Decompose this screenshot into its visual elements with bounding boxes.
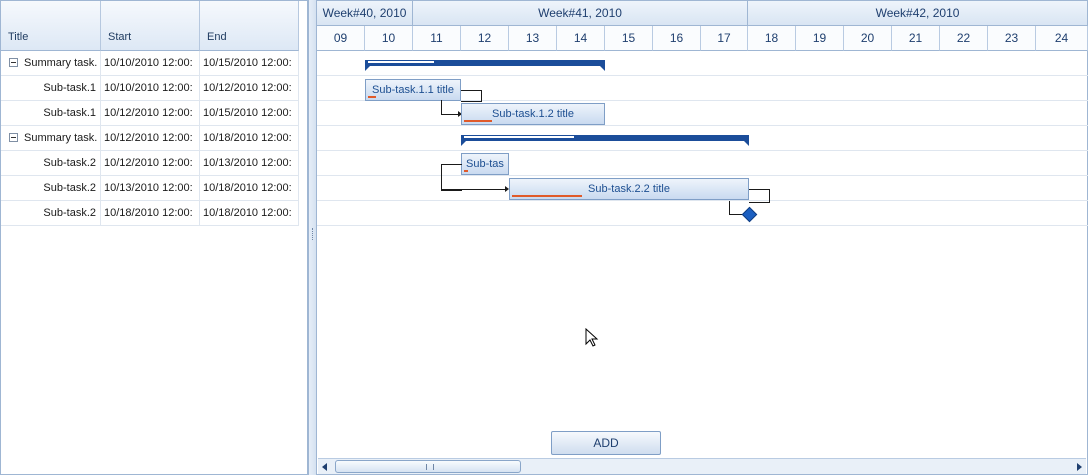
day-header: 23 xyxy=(988,26,1036,51)
day-header: 17 xyxy=(701,26,748,51)
start-cell[interactable]: 10/12/2010 12:00: xyxy=(101,151,200,175)
title-cell[interactable]: Sub-task.2 xyxy=(1,176,101,200)
timeline-row xyxy=(317,101,1088,126)
task-bar-label: Sub-tas xyxy=(466,158,504,170)
summary-cap-right xyxy=(600,66,605,71)
scroll-right-arrow-icon[interactable] xyxy=(1072,459,1086,474)
task-progress xyxy=(512,195,582,197)
column-header-end[interactable]: End xyxy=(200,1,299,51)
table-row[interactable]: Sub-task.2 10/12/2010 12:00: 10/13/2010 … xyxy=(1,151,299,176)
horizontal-scrollbar[interactable] xyxy=(318,458,1086,474)
end-cell[interactable]: 10/18/2010 12:00: xyxy=(200,201,299,225)
day-header: 19 xyxy=(796,26,844,51)
gantt-timeline: Week#40, 2010 Week#41, 2010 Week#42, 201… xyxy=(317,0,1088,475)
end-cell[interactable]: 10/18/2010 12:00: xyxy=(200,176,299,200)
table-row[interactable]: Summary task. 10/12/2010 12:00: 10/18/20… xyxy=(1,126,299,151)
table-row[interactable]: Sub-task.1 10/10/2010 12:00: 10/12/2010 … xyxy=(1,76,299,101)
collapse-minus-icon[interactable] xyxy=(9,58,18,67)
title-cell[interactable]: Sub-task.1 xyxy=(1,101,101,125)
start-cell[interactable]: 10/10/2010 12:00: xyxy=(101,76,200,100)
summary-cap-right xyxy=(744,141,749,146)
start-cell[interactable]: 10/13/2010 12:00: xyxy=(101,176,200,200)
task-bar[interactable]: Sub-task.1.1 title xyxy=(365,79,461,101)
day-header: 21 xyxy=(892,26,940,51)
start-cell[interactable]: 10/12/2010 12:00: xyxy=(101,126,200,150)
end-cell[interactable]: 10/13/2010 12:00: xyxy=(200,151,299,175)
pane-splitter[interactable] xyxy=(308,0,317,475)
day-header: 10 xyxy=(365,26,413,51)
summary-progress xyxy=(464,136,574,138)
dependency-link xyxy=(441,164,462,191)
summary-cap-left xyxy=(461,141,466,146)
title-cell[interactable]: Summary task. xyxy=(1,51,101,75)
scroll-left-arrow-icon[interactable] xyxy=(318,459,332,474)
column-header-title-label: Title xyxy=(8,31,29,43)
title-cell[interactable]: Summary task. xyxy=(1,126,101,150)
start-cell[interactable]: 10/10/2010 12:00: xyxy=(101,51,200,75)
summary-cap-left xyxy=(365,66,370,71)
title-cell[interactable]: Sub-task.2 xyxy=(1,151,101,175)
column-header-start[interactable]: Start xyxy=(101,1,200,51)
summary-bar[interactable] xyxy=(365,60,605,71)
day-header: 14 xyxy=(557,26,605,51)
task-grid: Title Start End Summary task. 10/10/2010… xyxy=(0,0,308,475)
day-header: 18 xyxy=(748,26,796,51)
day-header: 16 xyxy=(653,26,701,51)
week-header: Week#40, 2010 xyxy=(317,1,413,26)
day-header: 20 xyxy=(844,26,892,51)
task-bar[interactable]: Sub-task.2.2 title xyxy=(509,178,749,200)
day-header: 09 xyxy=(317,26,365,51)
table-row[interactable]: Sub-task.2 10/13/2010 12:00: 10/18/2010 … xyxy=(1,176,299,201)
task-progress xyxy=(464,120,492,122)
title-cell[interactable]: Sub-task.2 xyxy=(1,201,101,225)
task-bar[interactable]: Sub-task.1.2 title xyxy=(461,103,605,125)
day-header: 12 xyxy=(461,26,509,51)
title-cell[interactable]: Sub-task.1 xyxy=(1,76,101,100)
week-header: Week#42, 2010 xyxy=(748,1,1088,26)
timeline-row xyxy=(317,151,1088,176)
column-header-title[interactable]: Title xyxy=(1,1,101,51)
scroll-thumb[interactable] xyxy=(335,460,521,473)
collapse-minus-icon[interactable] xyxy=(9,133,18,142)
task-bar[interactable]: Sub-tas xyxy=(461,153,509,175)
end-cell[interactable]: 10/12/2010 12:00: xyxy=(200,76,299,100)
summary-bar[interactable] xyxy=(461,135,749,146)
start-cell[interactable]: 10/18/2010 12:00: xyxy=(101,201,200,225)
week-header: Week#41, 2010 xyxy=(413,1,748,26)
task-progress xyxy=(368,96,376,98)
column-header-start-label: Start xyxy=(108,31,132,43)
row-title: Summary task. xyxy=(24,132,98,144)
task-bar-label: Sub-task.1.2 title xyxy=(492,108,574,120)
end-cell[interactable]: 10/15/2010 12:00: xyxy=(200,101,299,125)
task-progress xyxy=(464,170,468,172)
dependency-link xyxy=(461,90,482,102)
end-cell[interactable]: 10/18/2010 12:00: xyxy=(200,126,299,150)
dependency-link xyxy=(441,189,507,190)
add-button[interactable]: ADD xyxy=(551,431,661,455)
day-header: 24 xyxy=(1036,26,1088,51)
summary-progress xyxy=(368,61,434,63)
day-header: 22 xyxy=(940,26,988,51)
splitter-grip-icon[interactable] xyxy=(312,228,315,240)
task-bar-label: Sub-task.2.2 title xyxy=(588,183,670,195)
end-cell[interactable]: 10/15/2010 12:00: xyxy=(200,51,299,75)
timeline-row xyxy=(317,201,1088,226)
mouse-pointer-icon xyxy=(585,328,599,347)
dependency-link xyxy=(749,189,770,203)
row-title: Summary task. xyxy=(24,57,98,69)
day-header: 15 xyxy=(605,26,653,51)
column-header-end-label: End xyxy=(207,31,227,43)
table-row[interactable]: Sub-task.1 10/12/2010 12:00: 10/15/2010 … xyxy=(1,101,299,126)
task-bar-label: Sub-task.1.1 title xyxy=(372,84,454,96)
day-header: 13 xyxy=(509,26,557,51)
day-header: 11 xyxy=(413,26,461,51)
start-cell[interactable]: 10/12/2010 12:00: xyxy=(101,101,200,125)
table-row[interactable]: Sub-task.2 10/18/2010 12:00: 10/18/2010 … xyxy=(1,201,299,226)
table-row[interactable]: Summary task. 10/10/2010 12:00: 10/15/20… xyxy=(1,51,299,76)
